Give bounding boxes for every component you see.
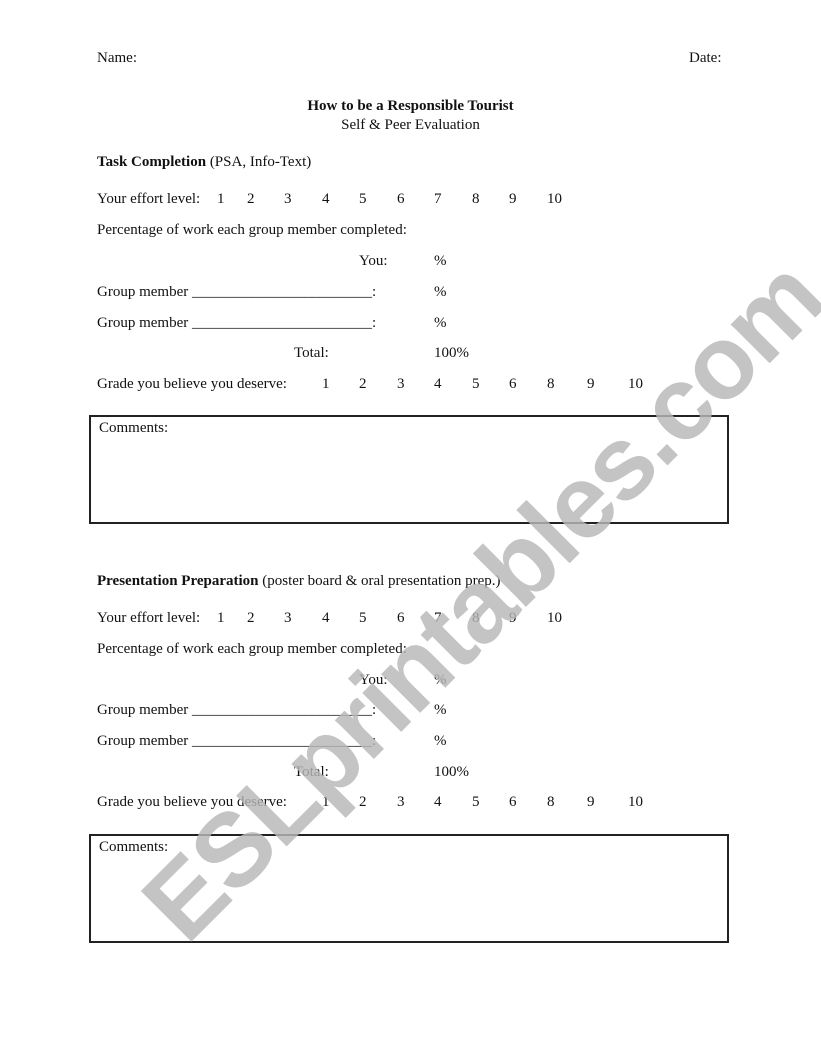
- effort-option[interactable]: 1: [217, 609, 225, 627]
- comments-box[interactable]: Comments:: [89, 834, 729, 943]
- effort-option[interactable]: 10: [547, 190, 562, 208]
- grade-option[interactable]: 4: [434, 793, 442, 811]
- grade-option[interactable]: 10: [628, 793, 643, 811]
- group-member-field[interactable]: Group member ________________________:: [97, 314, 376, 332]
- effort-option[interactable]: 4: [322, 190, 330, 208]
- effort-option[interactable]: 2: [247, 609, 255, 627]
- section-heading-note: (PSA, Info-Text): [209, 154, 312, 170]
- effort-option[interactable]: 7: [434, 190, 442, 208]
- name-label: Name:: [97, 50, 137, 66]
- page-subtitle: Self & Peer Evaluation: [341, 117, 480, 133]
- grade-option[interactable]: 5: [472, 375, 480, 393]
- grade-option[interactable]: 2: [359, 375, 367, 393]
- effort-option[interactable]: 3: [284, 190, 292, 208]
- page-title: How to be a Responsible Tourist: [307, 98, 514, 114]
- grade-option[interactable]: 1: [322, 375, 330, 393]
- effort-option[interactable]: 1: [217, 190, 225, 208]
- section-heading-note: (poster board & oral presentation prep.): [262, 573, 501, 589]
- effort-option[interactable]: 4: [322, 609, 330, 627]
- you-label: You:: [359, 253, 388, 269]
- grade-option[interactable]: 6: [509, 793, 517, 811]
- effort-option[interactable]: 8: [472, 609, 480, 627]
- grade-label: Grade you believe you deserve:: [97, 794, 287, 810]
- percentage-label: Percentage of work each group member com…: [97, 222, 407, 238]
- comments-label: Comments:: [99, 420, 169, 436]
- grade-option[interactable]: 3: [397, 793, 405, 811]
- effort-option[interactable]: 9: [509, 609, 517, 627]
- grade-option[interactable]: 1: [322, 793, 330, 811]
- total-value: 100%: [434, 345, 469, 361]
- effort-option[interactable]: 3: [284, 609, 292, 627]
- section-heading: Presentation Preparation (poster board &…: [97, 572, 501, 590]
- comments-box[interactable]: Comments:: [89, 415, 729, 524]
- date-label: Date:: [689, 50, 722, 66]
- effort-level-label: Your effort level:: [97, 191, 201, 207]
- effort-option[interactable]: 9: [509, 190, 517, 208]
- grade-option[interactable]: 3: [397, 375, 405, 393]
- effort-option[interactable]: 6: [397, 609, 405, 627]
- effort-option[interactable]: 2: [247, 190, 255, 208]
- effort-option[interactable]: 6: [397, 190, 405, 208]
- group-member-percent[interactable]: %: [434, 283, 447, 301]
- grade-option[interactable]: 9: [587, 375, 595, 393]
- group-member-field[interactable]: Group member ________________________:: [97, 283, 376, 301]
- grade-option[interactable]: 9: [587, 793, 595, 811]
- section-heading-title: Presentation Preparation: [97, 573, 259, 589]
- you-percent[interactable]: %: [434, 671, 447, 689]
- group-member-percent[interactable]: %: [434, 732, 447, 750]
- total-label: Total:: [294, 345, 329, 361]
- effort-level-label: Your effort level:: [97, 610, 201, 626]
- grade-option[interactable]: 6: [509, 375, 517, 393]
- you-label: You:: [359, 672, 388, 688]
- total-value: 100%: [434, 764, 469, 780]
- effort-option[interactable]: 8: [472, 190, 480, 208]
- group-member-percent[interactable]: %: [434, 701, 447, 719]
- effort-option[interactable]: 10: [547, 609, 562, 627]
- grade-option[interactable]: 8: [547, 375, 555, 393]
- grade-option[interactable]: 4: [434, 375, 442, 393]
- grade-option[interactable]: 10: [628, 375, 643, 393]
- group-member-field[interactable]: Group member ________________________:: [97, 732, 376, 750]
- effort-option[interactable]: 7: [434, 609, 442, 627]
- percentage-label: Percentage of work each group member com…: [97, 641, 407, 657]
- section-heading-title: Task Completion: [97, 154, 207, 170]
- comments-label: Comments:: [99, 839, 169, 855]
- total-label: Total:: [294, 764, 329, 780]
- group-member-field[interactable]: Group member ________________________:: [97, 701, 376, 719]
- effort-option[interactable]: 5: [359, 609, 367, 627]
- grade-label: Grade you believe you deserve:: [97, 376, 287, 392]
- grade-option[interactable]: 2: [359, 793, 367, 811]
- grade-option[interactable]: 8: [547, 793, 555, 811]
- grade-option[interactable]: 5: [472, 793, 480, 811]
- section-heading: Task Completion (PSA, Info-Text): [97, 153, 311, 171]
- you-percent[interactable]: %: [434, 252, 447, 270]
- group-member-percent[interactable]: %: [434, 314, 447, 332]
- effort-option[interactable]: 5: [359, 190, 367, 208]
